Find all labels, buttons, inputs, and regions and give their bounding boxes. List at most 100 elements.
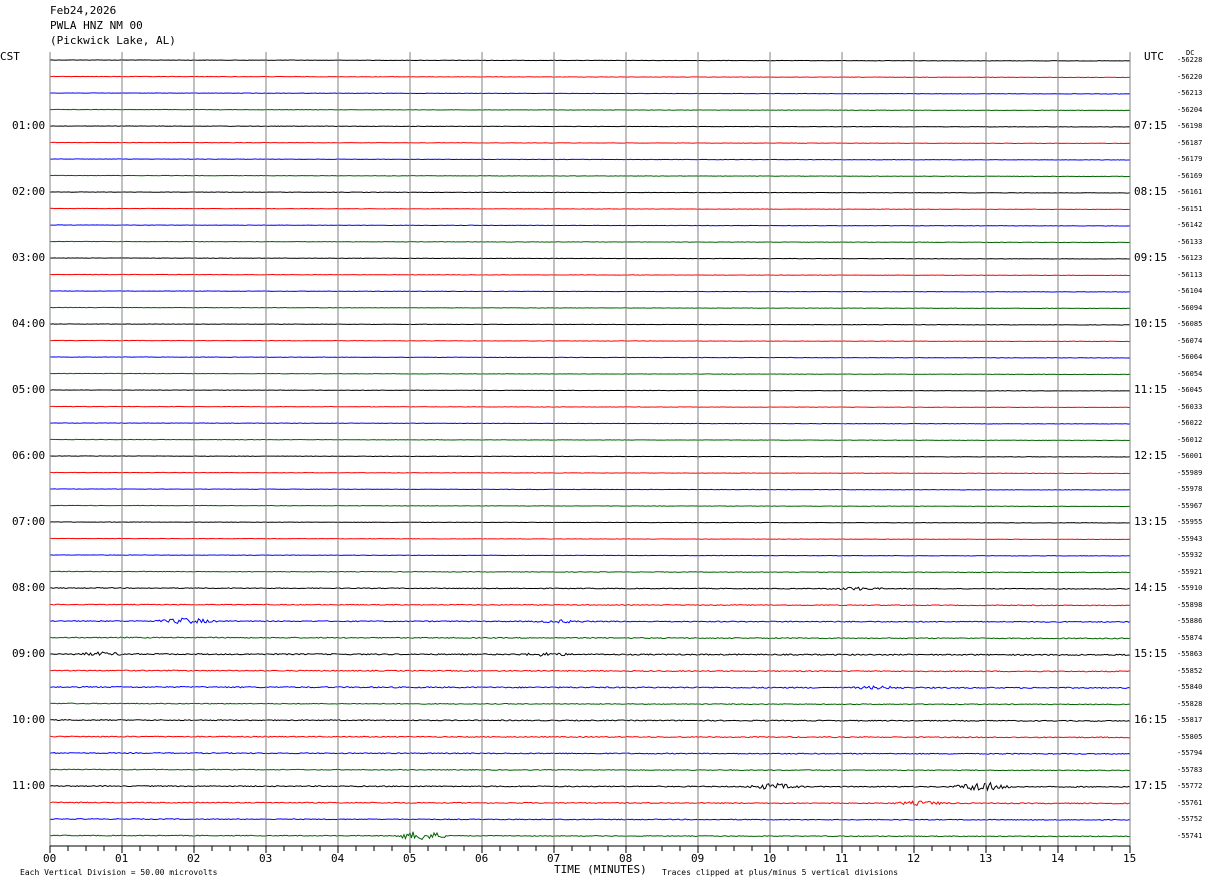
seismic-trace-8: [49, 191, 1131, 194]
dc-value-label: -56204: [1177, 105, 1203, 114]
seismic-trace-9: [49, 207, 1131, 211]
seismic-trace-3: [49, 108, 1131, 112]
scale-note: Each Vertical Division = 50.00 microvolt…: [20, 868, 218, 877]
seismic-trace-24: [49, 455, 1131, 458]
seismic-trace-31: [49, 570, 1131, 574]
dc-value-label: -56022: [1177, 419, 1203, 427]
seismic-trace-12: [49, 257, 1131, 260]
seismic-trace-16: [49, 323, 1131, 326]
seismic-trace-30: [49, 554, 1131, 557]
dc-value-label: -56213: [1177, 89, 1203, 97]
location-label: (Pickwick Lake, AL): [50, 34, 176, 47]
dc-value-label: -55932: [1177, 551, 1203, 559]
right-hour-label: 07:15: [1134, 119, 1168, 132]
seismic-trace-43: [49, 768, 1131, 772]
dc-value-label: -56142: [1177, 221, 1203, 229]
right-hour-label: 11:15: [1134, 383, 1168, 396]
x-tick-label: 04: [331, 852, 345, 865]
seismic-trace-21: [49, 405, 1131, 409]
dc-value-label: -55752: [1177, 815, 1203, 823]
seismic-trace-4: [49, 125, 1131, 128]
seismic-trace-19: [49, 372, 1131, 376]
dc-value-label: -55828: [1177, 699, 1203, 708]
seismic-trace-23: [49, 438, 1131, 442]
seismic-trace-25: [49, 471, 1131, 475]
seismic-trace-39: [49, 702, 1131, 706]
right-timezone-label: UTC: [1144, 50, 1164, 63]
left-hour-label: 04:00: [12, 317, 46, 330]
dc-value-label: -56123: [1177, 254, 1203, 262]
seismic-trace-0: [49, 59, 1131, 62]
x-axis-ticks: [49, 845, 1131, 853]
dc-value-label: -55783: [1177, 765, 1203, 774]
seismic-trace-15: [49, 306, 1131, 310]
left-hour-label: 07:00: [12, 515, 46, 528]
dc-value-label: -56085: [1177, 320, 1203, 328]
x-tick-label: 09: [691, 852, 705, 865]
helicorder-plot: [49, 52, 1131, 853]
right-hour-label: 13:15: [1134, 515, 1168, 528]
seismic-trace-6: [49, 158, 1131, 161]
left-hour-label: 06:00: [12, 449, 46, 462]
x-tick-label: 15: [1123, 852, 1137, 865]
left-hour-label: 08:00: [12, 581, 46, 594]
dc-value-label: -55761: [1177, 798, 1203, 807]
dc-value-label: -55910: [1177, 584, 1203, 592]
seismic-trace-2: [49, 92, 1131, 95]
x-tick-label: 05: [403, 852, 417, 865]
station-label: PWLA HNZ NM 00: [50, 19, 143, 32]
x-tick-label: 13: [979, 852, 993, 865]
seismic-trace-10: [49, 224, 1131, 227]
left-hour-label: 05:00: [12, 383, 46, 396]
x-tick-label: 01: [115, 852, 129, 865]
seismic-trace-40: [49, 718, 1131, 722]
dc-value-label: -56054: [1177, 369, 1203, 378]
x-tick-label: 14: [1051, 852, 1065, 865]
seismic-trace-17: [49, 339, 1131, 343]
x-tick-label: 02: [187, 852, 201, 865]
seismic-trace-46: [49, 818, 1131, 821]
seismic-trace-28: [49, 521, 1131, 524]
dc-value-label: -55978: [1177, 485, 1203, 493]
dc-value-label: -55989: [1177, 468, 1203, 477]
right-hour-label: 14:15: [1134, 581, 1168, 594]
right-hour-label: 16:15: [1134, 713, 1168, 726]
dc-value-label: -55772: [1177, 782, 1203, 790]
clip-note: Traces clipped at plus/minus 5 vertical …: [662, 868, 899, 877]
dc-value-label: -55898: [1177, 600, 1203, 609]
dc-value-label: -55967: [1177, 501, 1203, 510]
dc-value-label: -56161: [1177, 188, 1203, 196]
date-label: Feb24,2026: [50, 4, 117, 17]
seismic-trace-42: [49, 752, 1131, 755]
seismic-trace-1: [49, 75, 1131, 79]
dc-value-label: -56179: [1177, 155, 1203, 163]
x-tick-label: 03: [259, 852, 273, 865]
seismic-trace-45: [49, 800, 1131, 807]
left-hour-label: 02:00: [12, 185, 46, 198]
dc-value-label: -56169: [1177, 171, 1203, 180]
right-hour-label: 12:15: [1134, 449, 1168, 462]
dc-value-label: -55955: [1177, 518, 1203, 526]
seismic-trace-33: [49, 603, 1131, 607]
right-hour-label: 17:15: [1134, 779, 1168, 792]
dc-value-label: -55874: [1177, 633, 1203, 642]
seismic-trace-38: [49, 685, 1131, 690]
seismic-trace-35: [49, 636, 1131, 640]
dc-value-label: -56133: [1177, 237, 1203, 246]
left-timezone-label: CST: [0, 50, 20, 63]
dc-value-label: -55741: [1177, 831, 1203, 840]
x-tick-label: 06: [475, 852, 489, 865]
dc-value-label: -55943: [1177, 534, 1203, 543]
dc-value-label: -56198: [1177, 122, 1203, 130]
seismic-trace-13: [49, 273, 1131, 277]
right-hour-label: 09:15: [1134, 251, 1168, 264]
seismic-trace-32: [49, 586, 1131, 591]
dc-value-label: -55852: [1177, 666, 1203, 675]
seismic-trace-29: [49, 537, 1131, 541]
dc-value-label: -56045: [1177, 386, 1203, 394]
dc-value-label: -56094: [1177, 303, 1203, 312]
x-tick-label: 12: [907, 852, 921, 865]
left-hour-label: 01:00: [12, 119, 46, 132]
seismic-trace-37: [49, 669, 1131, 673]
seismic-trace-36: [49, 651, 1131, 657]
